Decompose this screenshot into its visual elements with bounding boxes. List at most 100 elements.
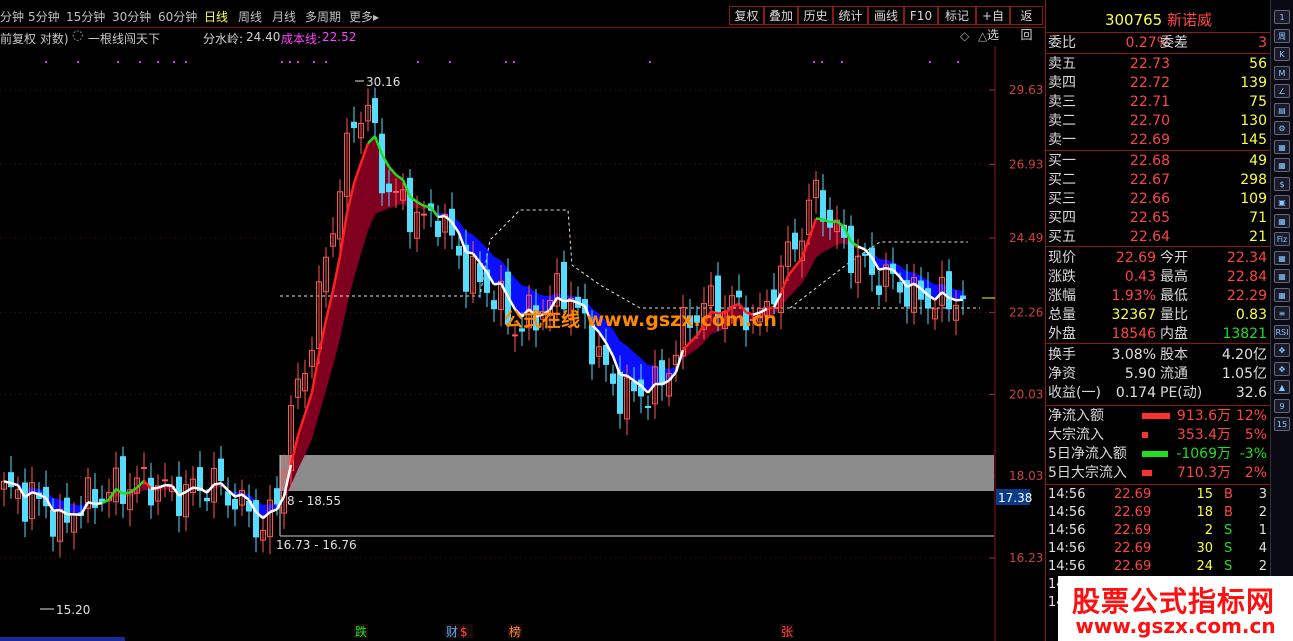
weicha-value: 3 bbox=[1258, 35, 1267, 51]
period-tab-4[interactable]: 60分钟 bbox=[158, 8, 197, 25]
toolbar-button-1[interactable]: 叠加 bbox=[764, 6, 798, 25]
period-tab-8[interactable]: 多周期 bbox=[305, 8, 341, 25]
candle-body bbox=[141, 466, 147, 469]
y-axis-label: 22.26 bbox=[1009, 305, 1043, 319]
tool-icon-17[interactable]: RSI bbox=[1274, 324, 1290, 339]
tool-icon-20[interactable]: ▲ bbox=[1274, 380, 1290, 394]
tool-icon-4[interactable]: ∠ bbox=[1274, 84, 1290, 98]
tick-time: 14:56 bbox=[1048, 487, 1086, 502]
bid-row[interactable]: 买四 22.65 71 bbox=[1046, 209, 1271, 228]
toolbar-button-8[interactable]: 返回 bbox=[1010, 6, 1043, 42]
toolbar-button-4[interactable]: 画线 bbox=[868, 6, 904, 25]
period-tab-0[interactable]: 分钟 bbox=[0, 8, 24, 25]
tool-icon-3[interactable]: M bbox=[1274, 65, 1290, 80]
ask-row[interactable]: 卖二 22.70 130 bbox=[1046, 112, 1271, 131]
low-annotation: 15.20 bbox=[56, 603, 90, 617]
fund-value-2: 1.05亿 bbox=[1221, 366, 1267, 382]
fund-value: 5.90 bbox=[1124, 366, 1156, 382]
indicator-name[interactable]: 一根线闯天下 bbox=[88, 30, 160, 47]
diamond-icon[interactable]: ◇ bbox=[960, 29, 969, 43]
ask-row[interactable]: 卖一 22.69 145 bbox=[1046, 131, 1271, 150]
stat-label-2: 内盘 bbox=[1160, 326, 1188, 342]
tick-row[interactable]: 14:56 22.69 15 B 3 bbox=[1046, 486, 1271, 504]
bid-row[interactable]: 买三 22.66 109 bbox=[1046, 190, 1271, 209]
indicator-line-segment bbox=[94, 501, 103, 506]
toolbar-button-2[interactable]: 历史 bbox=[798, 6, 833, 25]
tool-icon-6[interactable]: ⚙ bbox=[1274, 121, 1290, 135]
tool-icon-8[interactable]: ▦ bbox=[1274, 158, 1290, 172]
tool-icon-0[interactable]: 1 bbox=[1274, 10, 1290, 24]
support-zone-band bbox=[280, 455, 994, 491]
period-tab-3[interactable]: 30分钟 bbox=[112, 8, 151, 25]
fund-row: 收益(一) 0.174 PE(动) 32.6 bbox=[1046, 384, 1271, 403]
signal-dot bbox=[648, 60, 652, 64]
tick-row[interactable]: 14:56 22.69 2 S 1 bbox=[1046, 522, 1271, 540]
ask-volume: 139 bbox=[1240, 75, 1267, 91]
zone-lower-label: 16.73 - 16.76 bbox=[276, 538, 357, 552]
fund-value: 3.08% bbox=[1111, 347, 1156, 363]
period-tab-1[interactable]: 5分钟 bbox=[28, 8, 60, 25]
tick-volume: 24 bbox=[1196, 559, 1213, 574]
candle-body bbox=[792, 232, 798, 250]
stat-value-2: 0.83 bbox=[1235, 307, 1267, 323]
indicator-line-segment bbox=[878, 266, 887, 271]
candle-body bbox=[736, 290, 742, 298]
period-tab-7[interactable]: 月线 bbox=[272, 8, 296, 25]
bid-price: 22.65 bbox=[1129, 210, 1170, 226]
tool-icon-13[interactable]: ▦ bbox=[1274, 250, 1290, 265]
tool-icon-16[interactable]: ≡ bbox=[1274, 306, 1290, 320]
bid-volume: 71 bbox=[1249, 210, 1267, 226]
period-tab-5[interactable]: 日线 bbox=[204, 8, 228, 25]
tool-icon-5[interactable]: ▤ bbox=[1274, 102, 1290, 117]
tool-icon-9[interactable]: $ bbox=[1274, 176, 1290, 191]
toolbar-button-5[interactable]: F10 bbox=[904, 6, 938, 25]
toolbar-button-6[interactable]: 标记 bbox=[938, 6, 976, 25]
ask-row[interactable]: 卖五 22.73 56 bbox=[1046, 55, 1271, 74]
tick-price: 22.69 bbox=[1114, 487, 1152, 502]
bid-row[interactable]: 买五 22.64 21 bbox=[1046, 228, 1271, 247]
tick-row[interactable]: 14:56 22.69 18 B 2 bbox=[1046, 504, 1271, 522]
tool-icon-21[interactable]: 9 bbox=[1274, 398, 1290, 413]
signal-dot bbox=[296, 60, 300, 64]
period-tab-9[interactable]: 更多▸ bbox=[349, 8, 379, 25]
ask-row[interactable]: 卖三 22.71 75 bbox=[1046, 93, 1271, 112]
bid-volume: 109 bbox=[1240, 191, 1267, 207]
tool-icon-22[interactable]: 15 bbox=[1274, 417, 1290, 431]
signal-dot bbox=[156, 60, 160, 64]
candle-body bbox=[253, 500, 259, 538]
toolbar-button-0[interactable]: 复权 bbox=[729, 6, 764, 25]
toolbar-button-3[interactable]: 统计 bbox=[833, 6, 868, 25]
tool-icon-14[interactable]: ▦ bbox=[1274, 269, 1290, 283]
tick-row[interactable]: 14:56 22.69 24 S 2 bbox=[1046, 558, 1271, 576]
toolbar-button-7[interactable]: +自选 bbox=[976, 6, 1010, 42]
tool-icon-15[interactable]: ▦ bbox=[1274, 287, 1290, 302]
tool-icon-18[interactable]: ✥ bbox=[1274, 343, 1290, 357]
weibi-label: 委比 bbox=[1048, 35, 1076, 51]
flow-value: 913.6万 bbox=[1176, 408, 1231, 424]
tool-icon-7[interactable]: ▦ bbox=[1274, 139, 1290, 154]
candle-body bbox=[897, 282, 903, 293]
tool-icon-11[interactable]: ▦ bbox=[1274, 213, 1290, 228]
tool-icon-1[interactable]: 周 bbox=[1274, 28, 1290, 43]
bid-row[interactable]: 买一 22.68 49 bbox=[1046, 152, 1271, 171]
tool-icon-19[interactable]: ✥ bbox=[1274, 361, 1290, 376]
period-tab-6[interactable]: 周线 bbox=[238, 8, 262, 25]
tool-icon-12[interactable]: Fiz bbox=[1274, 232, 1290, 246]
up-triangle-icon[interactable]: △ bbox=[978, 29, 987, 43]
bid-row[interactable]: 买二 22.67 298 bbox=[1046, 171, 1271, 190]
tick-row[interactable]: 14:56 22.69 30 S 4 bbox=[1046, 540, 1271, 558]
period-tab-2[interactable]: 15分钟 bbox=[66, 8, 105, 25]
ask-row[interactable]: 卖四 22.72 139 bbox=[1046, 74, 1271, 93]
stat-value-2: 22.34 bbox=[1226, 250, 1267, 266]
stat-value-2: 13821 bbox=[1222, 326, 1267, 342]
candle-body bbox=[274, 488, 280, 505]
tool-icon-10[interactable]: ▣ bbox=[1274, 195, 1290, 209]
adjust-mode-label[interactable]: 前复权 对数) bbox=[0, 30, 69, 47]
kline-chart[interactable]: 29.63 26.93 24.49 22.26 20.03 18.03 16.23 30.16… bbox=[0, 46, 1045, 641]
indicator-circle-icon[interactable]: ◌ bbox=[72, 28, 83, 43]
bid-volume: 21 bbox=[1249, 229, 1267, 245]
tool-icon-2[interactable]: K bbox=[1274, 47, 1290, 61]
weicha-label: 委差 bbox=[1160, 35, 1188, 51]
indicator-line-segment bbox=[885, 266, 894, 272]
stock-code: 300765 bbox=[1104, 11, 1163, 29]
